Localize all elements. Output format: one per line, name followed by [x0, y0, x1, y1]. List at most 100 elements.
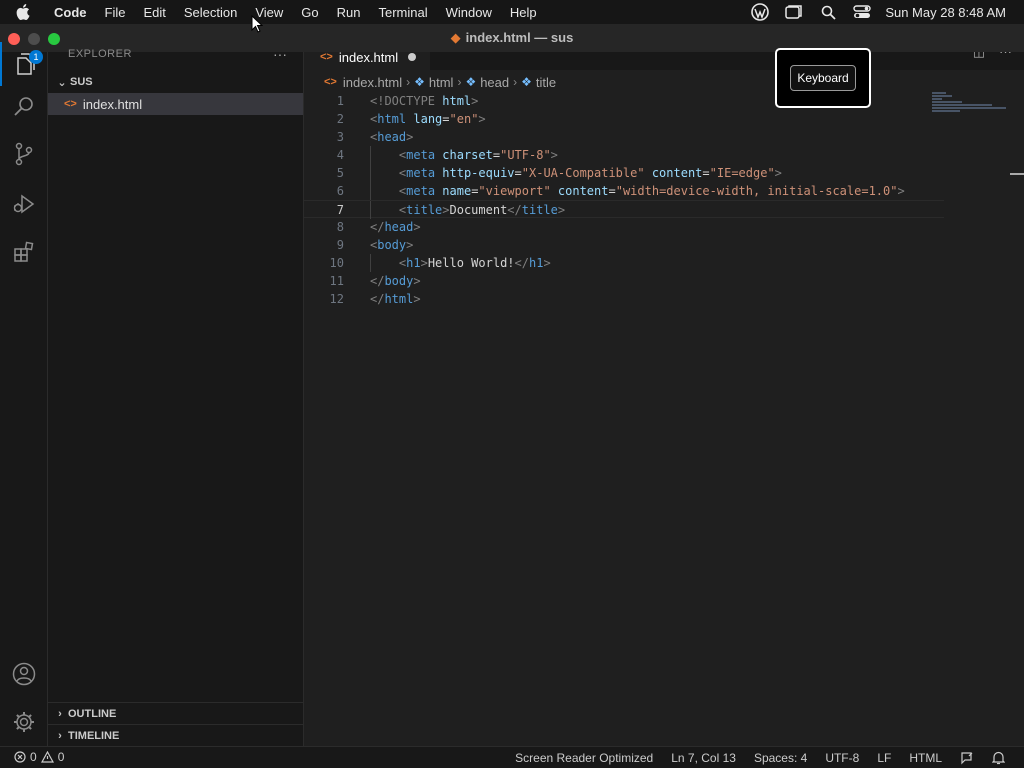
breadcrumb: <> index.html › ❖ html › ❖ head › ❖ titl… — [324, 72, 556, 92]
keyboard-key-label[interactable]: Keyboard — [790, 65, 856, 91]
minimap[interactable] — [932, 92, 1008, 116]
control-center-icon[interactable] — [845, 0, 879, 24]
symbol-element-icon: ❖ — [414, 75, 425, 89]
timeline-section[interactable]: › TIMELINE — [48, 724, 304, 746]
menu-run[interactable]: Run — [328, 5, 370, 20]
line-number: 11 — [329, 274, 344, 288]
search-icon — [14, 97, 33, 116]
code-text: <head> — [370, 130, 414, 144]
line-number: 7 — [336, 203, 344, 217]
line-number: 1 — [336, 94, 344, 108]
menu-go[interactable]: Go — [292, 5, 327, 20]
indentation[interactable]: Spaces: 4 — [745, 751, 816, 765]
outline-label: OUTLINE — [68, 707, 117, 720]
source-control-icon — [15, 142, 33, 166]
screen-reader-mode[interactable]: Screen Reader Optimized — [506, 751, 662, 765]
explorer-badge: 1 — [29, 50, 43, 64]
wordpress-icon[interactable] — [743, 0, 777, 24]
mouse-cursor-icon — [251, 15, 263, 33]
error-icon — [14, 751, 26, 763]
code-text: <title>Document</title> — [398, 203, 566, 217]
code-text: <meta charset="UTF-8"> — [398, 148, 558, 162]
activity-explorer[interactable]: 1 — [0, 42, 48, 86]
code-line: 4 <meta charset="UTF-8"> — [304, 146, 944, 164]
chevron-right-icon: › — [58, 707, 62, 720]
code-line: 8 </head> — [304, 218, 944, 236]
activity-manage[interactable] — [0, 700, 48, 744]
code-line: 2 <html lang="en"> — [304, 110, 944, 128]
activity-search[interactable] — [0, 84, 48, 128]
spotlight-search-icon[interactable] — [811, 0, 845, 24]
code-text: <body> — [370, 238, 414, 252]
activity-bar: 1 — [0, 42, 48, 746]
line-number: 2 — [336, 112, 344, 126]
menu-file[interactable]: File — [96, 5, 135, 20]
window-switcher-icon[interactable] — [777, 0, 811, 24]
breadcrumb-title[interactable]: title — [536, 75, 556, 90]
problems-indicator[interactable]: 0 0 — [14, 750, 64, 764]
breadcrumb-html[interactable]: html — [429, 75, 454, 90]
run-debug-icon — [13, 194, 35, 214]
chevron-right-icon: › — [58, 729, 62, 742]
split-editor-icon[interactable]: ◫ — [973, 52, 985, 60]
code-text: </body> — [370, 274, 421, 288]
code-text: </head> — [370, 220, 421, 234]
code-text: <html lang="en"> — [370, 112, 486, 126]
unsaved-dot-icon[interactable] — [408, 53, 417, 61]
html-file-icon: <> — [324, 76, 337, 88]
line-number: 5 — [336, 166, 344, 180]
code-text: <!DOCTYPE html> — [370, 94, 479, 108]
code-text: <h1>Hello World!</h1> — [398, 256, 551, 270]
menubar-tray: Sun May 28 8:48 AM — [743, 0, 1024, 24]
symbol-element-icon: ❖ — [521, 75, 532, 89]
activity-source-control[interactable] — [0, 132, 48, 176]
code-line: 5 <meta http-equiv="X-UA-Compatible" con… — [304, 164, 944, 182]
cursor-position[interactable]: Ln 7, Col 13 — [662, 751, 745, 765]
folder-sus[interactable]: ⌄ SUS — [48, 71, 304, 93]
menu-window[interactable]: Window — [437, 5, 501, 20]
html-file-icon: <> — [64, 98, 77, 110]
html-file-icon: ◆ — [450, 30, 461, 45]
feedback-icon[interactable] — [951, 751, 983, 765]
more-actions-icon[interactable]: ··· — [999, 52, 1012, 60]
apple-icon[interactable] — [16, 3, 38, 21]
menu-edit[interactable]: Edit — [134, 5, 174, 20]
keyboard-overlay: Keyboard — [775, 48, 871, 108]
line-number: 4 — [336, 148, 344, 162]
line-number: 10 — [329, 256, 344, 270]
macos-menubar: Code File Edit Selection View Go Run Ter… — [0, 0, 1024, 24]
line-number: 9 — [336, 238, 344, 252]
code-line: 9 <body> — [304, 236, 944, 254]
window-title-text: index.html — sus — [465, 30, 574, 45]
notifications-bell-icon[interactable] — [983, 751, 1014, 765]
breadcrumb-head[interactable]: head — [480, 75, 509, 90]
chevron-right-icon: › — [406, 75, 411, 89]
explorer-header: EXPLORER — [68, 48, 132, 60]
menu-app-code[interactable]: Code — [50, 5, 96, 20]
code-line-current: 7 <title>Document</title> — [304, 200, 944, 219]
breadcrumb-file[interactable]: index.html — [343, 75, 402, 90]
outline-section[interactable]: › OUTLINE — [48, 702, 304, 724]
code-line: 3 <head> — [304, 128, 944, 146]
activity-accounts[interactable] — [0, 652, 48, 696]
window-title: ◆ index.html — sus — [0, 30, 1024, 46]
activity-extensions[interactable] — [0, 230, 48, 274]
line-number: 3 — [336, 130, 344, 144]
editor-tabbar: <> index.html ◫ ··· — [304, 52, 1024, 70]
menu-selection[interactable]: Selection — [175, 5, 246, 20]
end-of-line[interactable]: LF — [868, 751, 900, 765]
file-encoding[interactable]: UTF-8 — [816, 751, 868, 765]
language-mode[interactable]: HTML — [900, 751, 951, 765]
code-line: 6 <meta name="viewport" content="width=d… — [304, 182, 944, 200]
tab-index-html[interactable]: <> index.html — [304, 52, 430, 70]
file-index-html[interactable]: <> index.html — [48, 93, 303, 115]
code-line: 11 </body> — [304, 272, 944, 290]
menu-help[interactable]: Help — [501, 5, 546, 20]
menu-terminal[interactable]: Terminal — [370, 5, 437, 20]
explorer-more-actions[interactable]: ··· — [273, 46, 287, 62]
code-editor[interactable]: 1 <!DOCTYPE html> 2 <html lang="en"> 3 <hea… — [304, 92, 944, 308]
warning-count: 0 — [57, 750, 65, 764]
scrollbar-cursor-marker[interactable] — [1010, 173, 1024, 175]
activity-run-debug[interactable] — [0, 182, 48, 226]
menubar-clock[interactable]: Sun May 28 8:48 AM — [879, 5, 1024, 20]
